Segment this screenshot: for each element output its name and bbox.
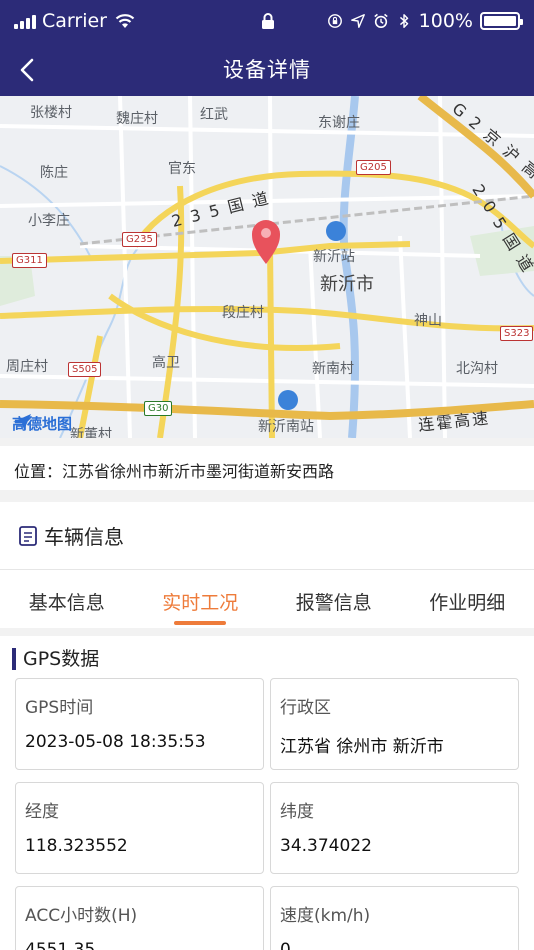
tab-work-details[interactable]: 作业明细 [401,570,534,628]
gps-card: GPS时间 2023-05-08 18:35:53 [15,678,264,770]
nav-bar: 设备详情 [0,44,534,96]
map-roads [0,96,534,438]
card-value: 0 [280,940,291,950]
card-label: 经度 [25,802,59,822]
tab-alarm-info[interactable]: 报警信息 [267,570,401,628]
card-label: 行政区 [280,698,331,718]
map-label: 东谢庄 [318,115,360,131]
tab-realtime-status[interactable]: 实时工况 [134,570,268,628]
gps-section-title: GPS数据 [12,648,99,670]
map-label: 红武 [200,107,228,123]
tab-basic-info[interactable]: 基本信息 [0,570,134,628]
map-logo: 高德地图 [12,414,73,433]
carrier-name: Carrier [42,10,107,32]
status-bar: Carrier 100% [0,0,534,44]
map-label: 新南村 [312,361,354,377]
card-value: 118.323552 [25,836,128,856]
card-value: 江苏省 徐州市 新沂市 [280,737,444,757]
tab-bar: 基本信息 实时工况 报警信息 作业明细 [0,570,534,628]
top-bar: Carrier 100% 设备详情 [0,0,534,96]
page-title: 设备详情 [223,58,311,82]
gps-card: 经度 118.323552 [15,782,264,874]
map-label: 高卫 [152,355,180,371]
card-value: 34.374022 [280,836,372,856]
card-label: 速度(km/h) [280,906,371,926]
orientation-lock-icon [327,14,342,28]
road-shield: S323 [500,326,534,341]
map-label: 段庄村 [222,305,264,321]
gps-card: 纬度 34.374022 [270,782,519,874]
road-shield: S505 [68,362,102,377]
map-label: 陈庄 [40,165,68,181]
vehicle-info-title: 车辆信息 [44,525,124,549]
battery-icon [480,12,523,30]
battery-percent: 100% [418,10,473,32]
map-label: 小李庄 [28,213,70,229]
bluetooth-icon [399,14,408,28]
lock-icon [262,13,274,29]
status-left: Carrier [14,10,135,32]
signal-icon [14,13,36,29]
map-label: 新董村 [70,427,112,438]
status-right: 100% [327,10,523,32]
map-label: 北沟村 [456,361,498,377]
card-value: 2023-05-08 18:35:53 [25,732,206,752]
map-label: 新沂南站 [258,419,314,435]
location-marker[interactable] [252,220,280,264]
alarm-icon [373,13,388,29]
road-shield: G205 [356,160,391,175]
road-shield: G30 [144,401,173,416]
location-address: 位置：江苏省徐州市新沂市墨河街道新安西路 [0,446,534,490]
amap-logo-icon [13,414,31,430]
map-view[interactable]: 张楼村 魏庄村 红武 东谢庄 陈庄 官东 小李庄 新沂站 新沂市 段庄村 神山 … [0,96,534,438]
card-label: 纬度 [280,802,314,822]
map-label: 张楼村 [30,105,72,121]
road-shield: G311 [12,253,47,268]
document-icon [19,525,37,546]
map-label: 新沂站 [313,249,355,265]
map-label: 周庄村 [6,359,48,375]
map-label: 官东 [168,161,196,177]
card-label: GPS时间 [25,698,94,718]
gps-card: 速度(km/h) 0 [270,886,519,950]
road-shield: G235 [122,232,157,247]
map-label: 新沂市 [320,274,374,295]
card-label: ACC小时数(H) [25,906,138,926]
vehicle-info-header: 车辆信息 [0,502,534,570]
gps-panel: GPS数据 GPS时间 2023-05-08 18:35:53 行政区 江苏省 … [0,636,534,950]
location-icon [350,14,365,28]
gps-card: 行政区 江苏省 徐州市 新沂市 [270,678,519,770]
map-label: 魏庄村 [116,111,158,127]
wifi-icon [115,14,135,28]
map-label: 神山 [414,313,442,329]
gps-card: ACC小时数(H) 4551.35 [15,886,264,950]
card-value: 4551.35 [25,940,96,950]
